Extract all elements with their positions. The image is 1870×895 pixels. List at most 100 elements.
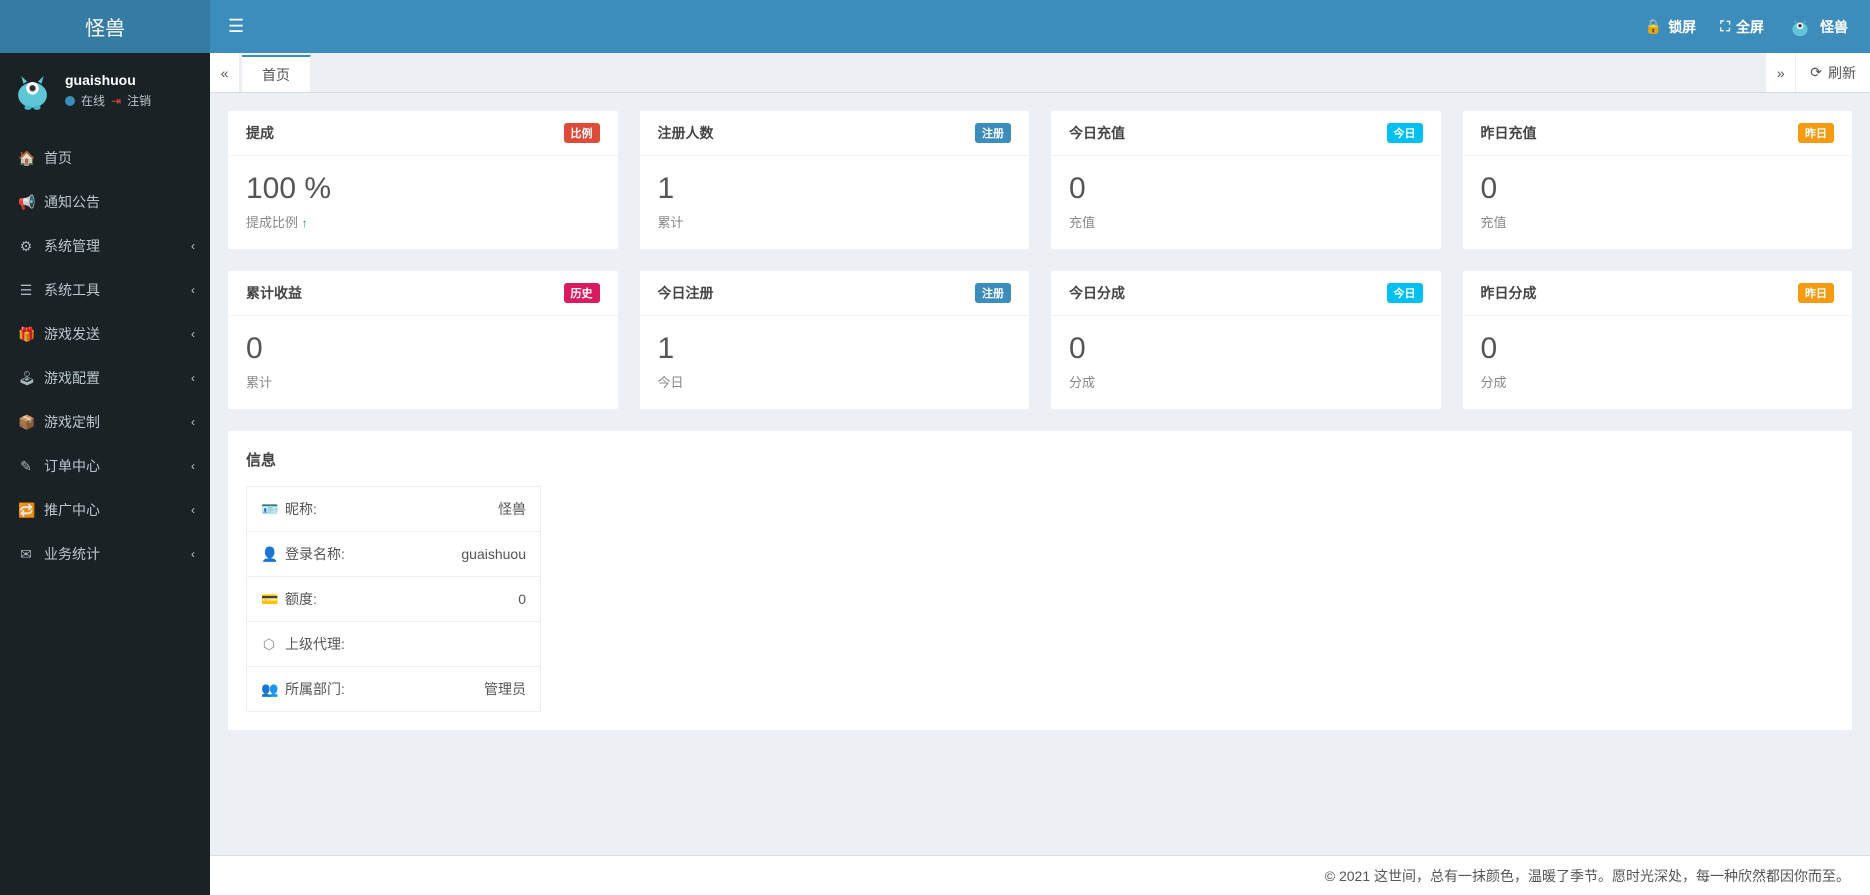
stat-head: 累计收益 历史 (228, 271, 618, 316)
stat-sub: 累计 (246, 372, 600, 391)
sidebar-item-5[interactable]: 🕹游戏配置‹ (0, 356, 210, 400)
content: 提成比例100 %提成比例 ↑注册人数注册1累计今日充值今日0充值昨日充值昨日0… (210, 93, 1870, 855)
logout-label[interactable]: 注销 (127, 92, 151, 109)
menu-icon: 🎁 (18, 326, 34, 343)
footer-text: © 2021 这世间，总有一抹颜色，温暖了季节。愿时光深处，每一种欣然都因你而至… (1325, 866, 1850, 886)
tab-refresh[interactable]: ⟳ 刷新 (1795, 53, 1870, 92)
stat-title: 今日分成 (1069, 283, 1125, 303)
stat-head: 今日注册注册 (640, 271, 1030, 316)
menu-label: 游戏发送 (44, 324, 100, 344)
sidebar-item-0[interactable]: 🏠首页 (0, 136, 210, 180)
info-label: 👥所属部门: (261, 679, 345, 699)
stat-card: 今日分成今日0分成 (1051, 271, 1441, 409)
stat-head: 注册人数注册 (640, 111, 1030, 156)
menu-label: 系统工具 (44, 280, 100, 300)
tab-bar: « 首页 » ⟳ 刷新 (210, 53, 1870, 93)
menu-toggle-icon[interactable]: ☰ (228, 16, 244, 37)
content-wrapper: « 首页 » ⟳ 刷新 提成比例100 %提成比例 ↑注册人数注册1累计今日充值… (210, 53, 1870, 895)
user-status: 在线 ⇥ 注销 (65, 92, 151, 109)
chevron-left-icon: ‹ (191, 239, 195, 253)
tab-home[interactable]: 首页 (242, 55, 311, 92)
tab-nav-prev[interactable]: « (210, 53, 240, 92)
info-label: 🪪昵称: (261, 499, 317, 519)
sidebar-avatar-icon (10, 68, 55, 113)
menu-icon: 🏠 (18, 150, 34, 167)
stat-head: 昨日充值 昨日 (1463, 111, 1853, 156)
stat-sub: 充值 (1481, 212, 1835, 231)
info-panel: 信息 🪪昵称:怪兽👤登录名称:guaishuou💳额度:0⬡上级代理:👥所属部门… (228, 431, 1852, 730)
stat-value: 100 % (246, 172, 600, 206)
stat-card: 注册人数注册1累计 (640, 111, 1030, 249)
stat-body: 0 充值 (1463, 156, 1853, 249)
chevron-left-icon: ‹ (191, 547, 195, 561)
stat-row-1: 提成比例100 %提成比例 ↑注册人数注册1累计今日充值今日0充值昨日充值昨日0… (228, 111, 1852, 249)
stat-sub: 分成 (1481, 372, 1835, 391)
stat-badge: 历史 (564, 283, 600, 303)
stat-card: 昨日分成昨日0分成 (1463, 271, 1853, 409)
info-label-text: 登录名称: (285, 544, 345, 564)
stat-value: 0 (1069, 332, 1423, 366)
user-info: guaishuou 在线 ⇥ 注销 (65, 72, 151, 109)
sidebar-item-7[interactable]: ✎订单中心‹ (0, 444, 210, 488)
stat-title: 今日充值 (1069, 123, 1125, 143)
user-menu[interactable]: 怪兽 (1788, 15, 1848, 39)
sidebar-menu: 🏠首页📢通知公告⚙系统管理‹ ☰ 系统工具 ‹ 🎁 游戏发送 ‹ 🕹游戏配置‹📦游戏定制‹✎订… (0, 128, 210, 576)
stat-value: 0 (1481, 172, 1835, 206)
status-label: 在线 (81, 92, 105, 109)
menu-icon: ✎ (18, 458, 34, 475)
sidebar-item-6[interactable]: 📦游戏定制‹ (0, 400, 210, 444)
fullscreen-button[interactable]: ⛶ 全屏 (1720, 17, 1764, 37)
stat-head: 今日充值今日 (1051, 111, 1441, 156)
status-dot-icon (65, 96, 75, 106)
sidebar-item-3[interactable]: ☰系统工具‹ (0, 268, 210, 312)
info-label: 👤 登录名称: (261, 544, 345, 564)
row-icon: 👤 (261, 546, 277, 563)
stat-head: 昨日分成昨日 (1463, 271, 1853, 316)
sidebar-item-2[interactable]: ⚙系统管理‹ (0, 224, 210, 268)
lock-label: 锁屏 (1668, 17, 1696, 37)
stat-value: 0 (246, 332, 600, 366)
info-row: ⬡上级代理: (247, 622, 540, 667)
stat-badge: 比例 (564, 123, 600, 143)
lock-icon: 🔒 (1645, 18, 1662, 35)
stat-title: 提成 (246, 123, 274, 143)
menu-icon: 📢 (18, 194, 34, 211)
stat-body: 1累计 (640, 156, 1030, 249)
refresh-icon: ⟳ (1810, 64, 1822, 81)
row-icon: ⬡ (261, 636, 277, 653)
logout-icon[interactable]: ⇥ (111, 94, 121, 108)
stat-row-2: 累计收益 历史 0 累计 今日注册注册1今日 今日分成 今日 0 分成昨日分成昨日0分成 (228, 271, 1852, 409)
menu-icon: ✉ (18, 546, 34, 563)
logo[interactable]: 怪兽 (0, 0, 210, 53)
stat-value: 1 (658, 172, 1012, 206)
info-table: 🪪昵称:怪兽👤登录名称:guaishuou💳额度:0⬡上级代理:👥所属部门:管理… (246, 486, 541, 712)
info-value: 0 (518, 591, 526, 607)
stat-body: 0 累计 (228, 316, 618, 409)
stat-card: 提成比例100 %提成比例 ↑ (228, 111, 618, 249)
stat-head: 今日分成 今日 (1051, 271, 1441, 316)
sidebar-username: guaishuou (65, 72, 151, 88)
lock-button[interactable]: 🔒 锁屏 (1645, 17, 1696, 37)
stat-badge: 今日 (1387, 283, 1423, 303)
stat-body: 0充值 (1051, 156, 1441, 249)
top-header: 怪兽 ☰ 🔒 锁屏 ⛶ 全屏 怪兽 (0, 0, 1870, 53)
stat-card: 昨日充值 昨日 0 充值 (1463, 111, 1853, 249)
tab-nav-next[interactable]: » (1765, 53, 1795, 92)
stat-card: 今日充值今日0充值 (1051, 111, 1441, 249)
menu-icon: 🔁 (18, 502, 34, 519)
stat-value: 0 (1069, 172, 1423, 206)
info-row: 💳额度:0 (247, 577, 540, 622)
stat-card: 累计收益 历史 0 累计 (228, 271, 618, 409)
sidebar-item-9[interactable]: ✉业务统计‹ (0, 532, 210, 576)
menu-icon: ☰ (18, 282, 34, 299)
sidebar-item-1[interactable]: 📢通知公告 (0, 180, 210, 224)
info-value: 管理员 (484, 679, 526, 699)
sidebar-item-8[interactable]: 🔁推广中心‹ (0, 488, 210, 532)
sidebar-item-4[interactable]: 🎁游戏发送‹ (0, 312, 210, 356)
stat-title: 昨日充值 (1481, 123, 1537, 143)
stat-title: 累计收益 (246, 283, 302, 303)
stat-badge: 昨日 (1798, 123, 1834, 143)
menu-label: 推广中心 (44, 500, 100, 520)
stat-body: 1今日 (640, 316, 1030, 409)
refresh-label: 刷新 (1828, 63, 1856, 83)
